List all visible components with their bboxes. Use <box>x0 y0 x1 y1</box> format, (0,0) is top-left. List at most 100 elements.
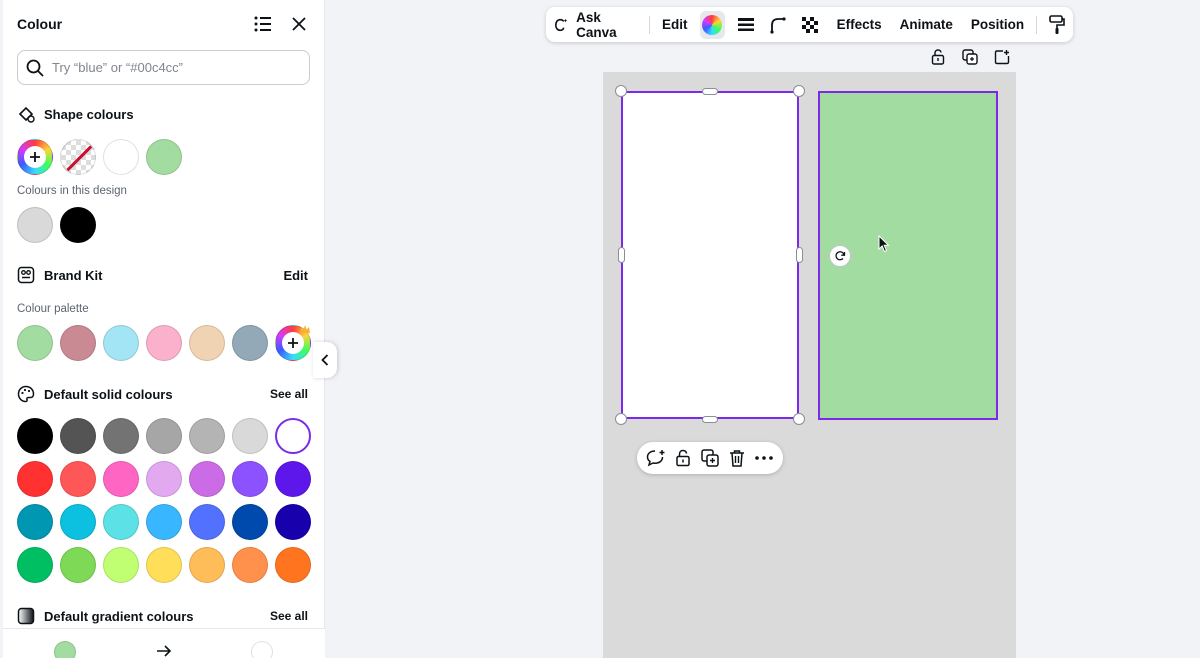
gradient-icon <box>17 607 35 625</box>
colours-in-design-label: Colours in this design <box>17 185 127 197</box>
solid-color-swatch[interactable] <box>60 461 96 497</box>
close-icon[interactable] <box>288 13 310 35</box>
solid-color-swatch[interactable] <box>103 504 139 540</box>
duplicate-page-icon[interactable] <box>959 46 981 68</box>
brand-swatch-6[interactable] <box>232 325 268 361</box>
solid-color-swatch[interactable] <box>60 418 96 454</box>
toolbar-divider <box>1036 15 1037 34</box>
solid-color-swatch[interactable] <box>146 547 182 583</box>
resize-handle-top[interactable] <box>702 88 718 95</box>
resize-handle-left[interactable] <box>618 247 625 263</box>
transparency-button[interactable] <box>801 7 819 42</box>
default-gradient-label: Default gradient colours <box>44 608 194 624</box>
solid-color-swatch[interactable] <box>232 504 268 540</box>
shape-colours-heading: Shape colours <box>17 105 134 123</box>
gradient-end-swatch[interactable] <box>251 641 273 658</box>
lock-page-icon[interactable] <box>927 46 949 68</box>
more-options-icon[interactable] <box>753 447 775 469</box>
solid-color-swatch[interactable] <box>146 461 182 497</box>
ask-canva-button[interactable]: Ask Canva <box>554 7 637 42</box>
solid-color-swatch[interactable] <box>275 504 311 540</box>
resize-handle-top-right[interactable] <box>793 85 805 97</box>
resize-handle-bottom[interactable] <box>702 416 718 423</box>
border-weight-button[interactable] <box>737 7 755 42</box>
colour-picker-button[interactable] <box>699 10 725 39</box>
color-wheel-icon <box>702 14 723 35</box>
add-page-icon[interactable] <box>991 46 1013 68</box>
solid-color-swatch[interactable] <box>232 461 268 497</box>
color-swatch-black[interactable] <box>60 207 96 243</box>
resize-handle-top-left[interactable] <box>615 85 627 97</box>
arrow-right-icon <box>157 645 172 657</box>
solid-color-swatch[interactable] <box>17 418 53 454</box>
solid-color-swatch[interactable] <box>275 547 311 583</box>
solid-color-swatch[interactable] <box>60 504 96 540</box>
effects-button[interactable]: Effects <box>837 7 882 42</box>
color-swatch-light-grey[interactable] <box>17 207 53 243</box>
transparent-swatch[interactable] <box>60 139 96 175</box>
brand-swatch-2[interactable] <box>60 325 96 361</box>
solid-color-swatch[interactable] <box>232 547 268 583</box>
solid-color-swatch[interactable] <box>232 418 268 454</box>
resize-handle-bottom-left[interactable] <box>615 413 627 425</box>
comment-add-icon[interactable] <box>645 447 667 469</box>
list-view-icon[interactable] <box>252 13 274 35</box>
resize-handle-bottom-right[interactable] <box>793 413 805 425</box>
solid-color-swatch[interactable] <box>103 461 139 497</box>
lock-icon[interactable] <box>672 447 694 469</box>
color-swatch-green[interactable] <box>146 139 182 175</box>
solid-color-swatch[interactable] <box>103 418 139 454</box>
brand-kit-icon <box>17 266 35 284</box>
corner-rounding-button[interactable] <box>769 7 787 42</box>
position-label: Position <box>970 17 1025 32</box>
brand-kit-edit-link[interactable]: Edit <box>283 268 308 283</box>
solid-color-swatch[interactable] <box>189 504 225 540</box>
gradient-start-swatch[interactable] <box>54 641 76 658</box>
plus-icon <box>282 332 304 354</box>
search-input[interactable] <box>52 60 292 75</box>
color-search-field[interactable] <box>17 50 310 85</box>
default-gradient-see-all[interactable]: See all <box>270 609 308 623</box>
solid-color-swatch[interactable] <box>17 504 53 540</box>
solid-color-swatch[interactable] <box>146 504 182 540</box>
edit-label: Edit <box>662 17 688 32</box>
solid-color-swatch[interactable] <box>275 461 311 497</box>
brand-swatch-4[interactable] <box>146 325 182 361</box>
copy-style-button[interactable] <box>1049 7 1065 42</box>
panel-title: Colour <box>17 16 63 32</box>
rotate-handle[interactable] <box>829 245 851 267</box>
resize-handle-right[interactable] <box>796 247 803 263</box>
solid-color-swatch[interactable] <box>60 547 96 583</box>
brand-swatch-3[interactable] <box>103 325 139 361</box>
transparency-icon <box>801 16 818 33</box>
solid-color-swatch[interactable] <box>146 418 182 454</box>
brand-swatch-5[interactable] <box>189 325 225 361</box>
solid-color-swatch[interactable] <box>17 547 53 583</box>
element-toolbar: Ask Canva Edit Effects Animate Position <box>546 7 1073 42</box>
solid-color-swatch[interactable] <box>189 418 225 454</box>
edit-button[interactable]: Edit <box>662 7 688 42</box>
default-gradient-heading: Default gradient colours <box>17 607 194 625</box>
color-swatch-white[interactable] <box>103 139 139 175</box>
brand-swatch-1[interactable] <box>17 325 53 361</box>
crown-icon <box>300 325 310 333</box>
default-solid-see-all[interactable]: See all <box>270 387 308 401</box>
plus-icon <box>24 146 46 168</box>
animate-button[interactable]: Animate <box>900 7 953 42</box>
colour-panel: Colour Shape colours Colours in this des… <box>3 0 325 658</box>
add-color-swatch[interactable] <box>17 139 53 175</box>
solid-color-swatch[interactable] <box>17 461 53 497</box>
white-rectangle-element[interactable] <box>621 91 799 419</box>
effects-label: Effects <box>836 17 882 32</box>
collapse-panel-button[interactable] <box>313 342 337 378</box>
solid-color-swatch[interactable] <box>275 418 311 454</box>
solid-color-swatch[interactable] <box>189 461 225 497</box>
trash-icon[interactable] <box>726 447 748 469</box>
solid-color-swatch[interactable] <box>189 547 225 583</box>
default-solid-heading: Default solid colours <box>17 385 173 403</box>
duplicate-icon[interactable] <box>699 447 721 469</box>
solid-color-swatch[interactable] <box>103 547 139 583</box>
brand-kit-label: Brand Kit <box>44 267 103 283</box>
position-button[interactable]: Position <box>971 7 1024 42</box>
colour-palette-label: Colour palette <box>17 303 89 315</box>
